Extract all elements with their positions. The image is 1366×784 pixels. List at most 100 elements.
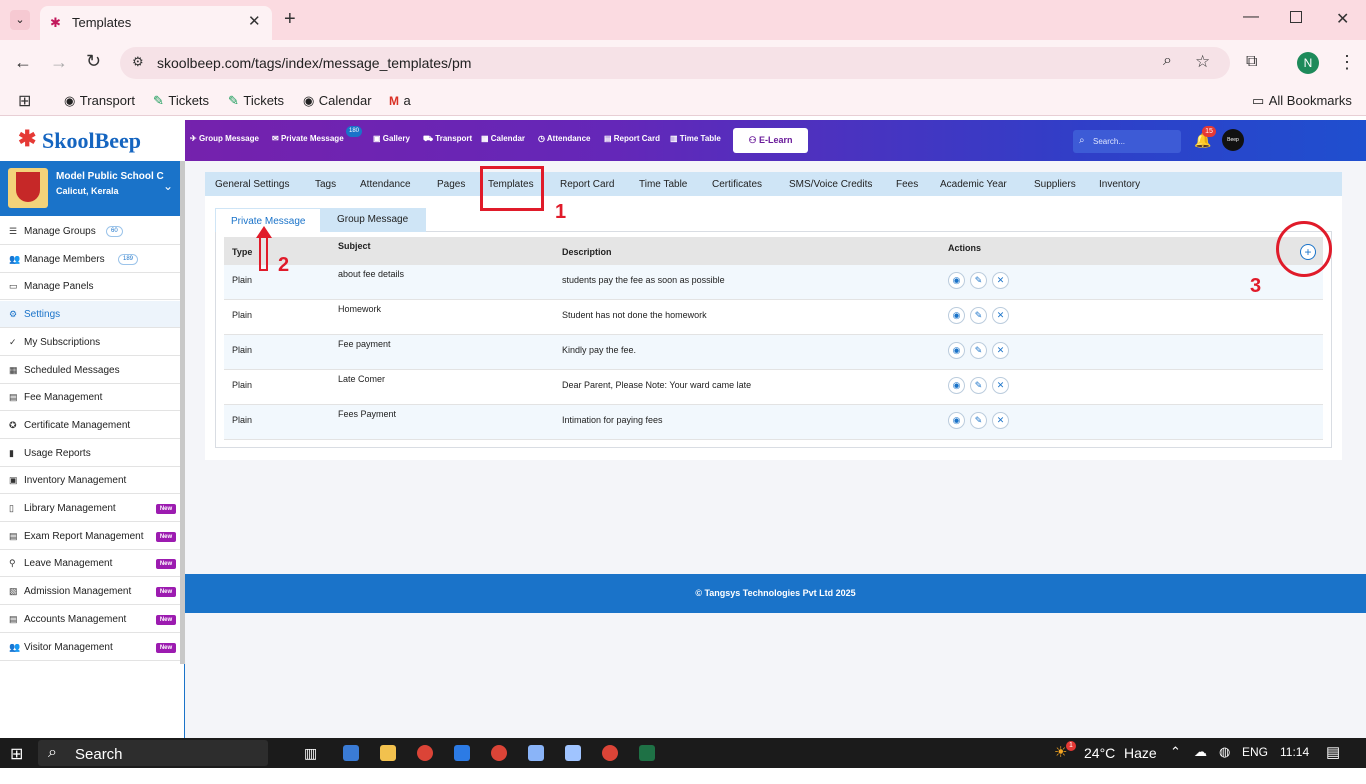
tab-inventory[interactable]: Inventory [1099, 179, 1140, 190]
edit-icon[interactable]: ✎ [970, 412, 987, 429]
app-search-input[interactable]: ⌕ Search... [1073, 130, 1181, 153]
edit-icon[interactable]: ✎ [970, 342, 987, 359]
close-window-icon[interactable]: ✕ [1336, 9, 1349, 29]
user-avatar[interactable]: Beep [1222, 129, 1244, 151]
school-header[interactable]: Model Public School C Calicut, Kerala ⌄ [0, 161, 182, 216]
sidebar-item-scheduled-messages[interactable]: ▦ Scheduled Messages [0, 357, 180, 384]
onedrive-icon[interactable]: ☁ [1194, 744, 1207, 760]
chrome-active-icon[interactable] [491, 745, 507, 761]
extensions-icon[interactable]: ⧉ [1246, 53, 1257, 71]
sidebar-item-exam-report-management[interactable]: ▤ Exam Report Management New [0, 523, 180, 550]
chrome-profile-icon[interactable] [602, 745, 618, 761]
edit-icon[interactable]: ✎ [970, 307, 987, 324]
sidebar-item-inventory-management[interactable]: ▣ Inventory Management [0, 467, 180, 495]
tab-attendance[interactable]: Attendance [360, 179, 411, 190]
profile-avatar[interactable]: N [1297, 52, 1319, 74]
copilot-icon[interactable] [343, 745, 359, 761]
tab-close-icon[interactable]: ✕ [248, 12, 261, 30]
view-icon[interactable]: ◉ [948, 272, 965, 289]
sidebar-item-visitor-management[interactable]: 👥 Visitor Management New [0, 634, 180, 661]
language-indicator[interactable]: ENG [1242, 745, 1268, 759]
edit-icon[interactable]: ✎ [970, 377, 987, 394]
sidebar-item-manage-panels[interactable]: ▭ Manage Panels [0, 273, 180, 301]
bookmark-transport[interactable]: ◉ Transport [64, 92, 135, 110]
site-info-icon[interactable]: ⚙ [132, 54, 144, 70]
minimize-icon[interactable]: — [1243, 8, 1259, 26]
sidebar-item-manage-groups[interactable]: ☰ Manage Groups 60 [0, 218, 180, 245]
apps-grid-icon[interactable]: ⊞ [18, 91, 31, 111]
sidebar-item-settings[interactable]: ⚙ Settings [0, 301, 180, 329]
nav-time-table[interactable]: ▥ Time Table [670, 134, 721, 143]
sidebar-item-fee-management[interactable]: ▤ Fee Management [0, 384, 180, 412]
nav-private-message[interactable]: ✉ Private Message [272, 134, 344, 143]
windows-start-icon[interactable]: ⊞ [10, 744, 23, 764]
chrome-icon[interactable] [417, 745, 433, 761]
sidebar-item-my-subscriptions[interactable]: ✓ My Subscriptions [0, 329, 180, 356]
sidebar-item-manage-members[interactable]: 👥 Manage Members 189 [0, 246, 180, 273]
notepad-icon[interactable] [528, 745, 544, 761]
bookmark-gmail[interactable]: M a [389, 92, 411, 110]
view-icon[interactable]: ◉ [948, 307, 965, 324]
back-icon[interactable]: ← [14, 52, 32, 73]
bookmark-star-icon[interactable]: ☆ [1195, 52, 1210, 72]
view-icon[interactable]: ◉ [948, 342, 965, 359]
store-icon[interactable] [454, 745, 470, 761]
task-view-icon[interactable]: ▥ [304, 745, 320, 761]
all-bookmarks[interactable]: ▭ All Bookmarks [1252, 92, 1352, 110]
sidebar-item-accounts-management[interactable]: ▤ Accounts Management New [0, 606, 180, 633]
tab-sms-voice-credits[interactable]: SMS/Voice Credits [789, 179, 872, 190]
notification-center-icon[interactable]: ▤ [1326, 743, 1340, 761]
tab-general-settings[interactable]: General Settings [215, 179, 290, 190]
nav-attendance[interactable]: ◷ Attendance [538, 134, 590, 143]
chevron-down-icon[interactable]: ⌄ [163, 179, 173, 193]
tray-chevron-icon[interactable]: ⌃ [1170, 744, 1181, 760]
new-tab-icon[interactable]: + [284, 8, 296, 31]
browser-menu-icon[interactable]: ⋮ [1338, 52, 1356, 73]
delete-icon[interactable]: ✕ [992, 272, 1009, 289]
zoom-icon[interactable]: ⌕ [1163, 52, 1172, 70]
clock[interactable]: 11:14 [1280, 745, 1309, 759]
delete-icon[interactable]: ✕ [992, 377, 1009, 394]
tab-fees[interactable]: Fees [896, 179, 918, 190]
delete-icon[interactable]: ✕ [992, 342, 1009, 359]
nav-gallery[interactable]: ▣ Gallery [373, 134, 410, 143]
sidebar-item-admission-management[interactable]: ▧ Admission Management New [0, 578, 180, 606]
reload-icon[interactable]: ↻ [86, 51, 101, 72]
weather-temp[interactable]: 24°C [1084, 745, 1115, 761]
tab-report-card[interactable]: Report Card [560, 179, 614, 190]
edit-icon[interactable]: ✎ [970, 272, 987, 289]
restore-icon[interactable] [1290, 11, 1302, 23]
network-icon[interactable]: ◍ [1219, 744, 1230, 760]
view-icon[interactable]: ◉ [948, 412, 965, 429]
delete-icon[interactable]: ✕ [992, 307, 1009, 324]
sidebar-item-library-management[interactable]: ▯ Library Management New [0, 495, 180, 522]
nav-report-card[interactable]: ▤ Report Card [604, 134, 660, 143]
address-bar[interactable]: ⚙ skoolbeep.com/tags/index/message_templ… [120, 47, 1230, 79]
browser-tab-templates[interactable]: ✱ Templates ✕ [40, 6, 272, 40]
weather-condition[interactable]: Haze [1124, 745, 1157, 761]
tab-academic-year[interactable]: Academic Year [940, 179, 1007, 190]
nav-transport[interactable]: ⛟ Transport [423, 134, 472, 144]
paint-icon[interactable] [565, 745, 581, 761]
nav-group-message[interactable]: ✈ Group Message [190, 134, 259, 143]
sidebar-item-usage-reports[interactable]: ▮ Usage Reports [0, 440, 180, 467]
view-icon[interactable]: ◉ [948, 377, 965, 394]
elearn-button[interactable]: ⚇ E-Learn [733, 128, 808, 153]
sidebar-item-certificate-management[interactable]: ✪ Certificate Management [0, 412, 180, 439]
nav-calendar[interactable]: ▦ Calendar [481, 134, 525, 143]
bookmark-calendar[interactable]: ◉ Calendar [303, 92, 372, 110]
logo[interactable]: ✱ SkoolBeep [0, 120, 185, 161]
tab-time-table[interactable]: Time Table [639, 179, 687, 190]
sidebar-item-leave-management[interactable]: ⚲ Leave Management New [0, 550, 180, 578]
tab-pages[interactable]: Pages [437, 179, 465, 190]
tab-group-message[interactable]: Group Message [321, 208, 426, 232]
taskbar-search[interactable]: ⌕ Search [38, 740, 268, 766]
tab-certificates[interactable]: Certificates [712, 179, 762, 190]
file-explorer-icon[interactable] [380, 745, 396, 761]
forward-icon[interactable]: → [50, 52, 68, 73]
bookmark-tickets-1[interactable]: ✎ Tickets [153, 92, 209, 110]
excel-icon[interactable] [639, 745, 655, 761]
tab-search-icon[interactable]: ⌄ [10, 10, 30, 30]
bookmark-tickets-2[interactable]: ✎ Tickets [228, 92, 284, 110]
tab-suppliers[interactable]: Suppliers [1034, 179, 1076, 190]
